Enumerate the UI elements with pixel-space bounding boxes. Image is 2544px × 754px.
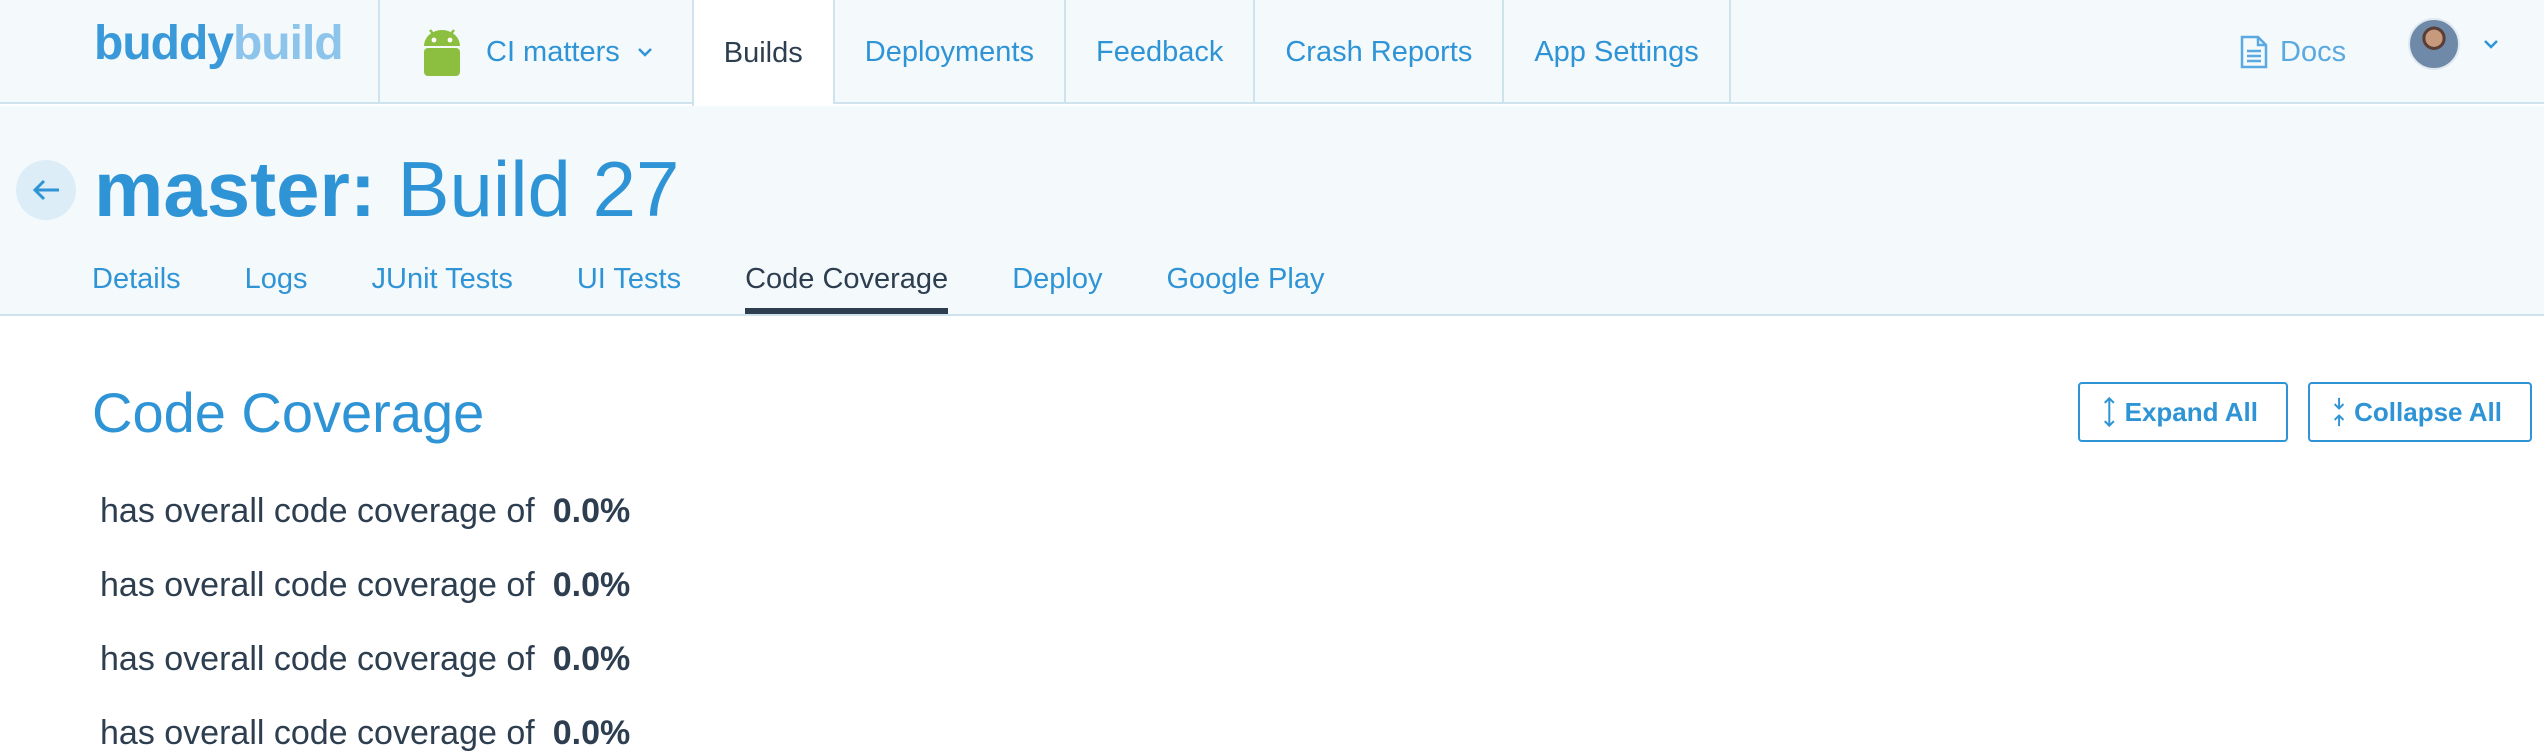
android-icon (424, 29, 460, 76)
tab-junit-tests[interactable]: JUnit Tests (372, 256, 513, 314)
branch-name: master: (94, 145, 376, 233)
collapse-all-button[interactable]: Collapse All (2308, 382, 2532, 442)
coverage-list: has overall code coverage of 0.0% has ov… (100, 474, 630, 754)
tab-details[interactable]: Details (92, 256, 181, 314)
app-switcher[interactable]: CI matters (378, 0, 692, 104)
arrow-left-icon (32, 179, 59, 201)
build-header: master: Build 27 Details Logs JUnit Test… (0, 106, 2544, 316)
user-menu[interactable] (2408, 18, 2502, 70)
coverage-label: has overall code coverage of (100, 713, 535, 752)
docs-link[interactable]: Docs (2240, 22, 2346, 82)
tab-ui-tests[interactable]: UI Tests (577, 256, 681, 314)
section-title: Code Coverage (92, 381, 485, 444)
coverage-row[interactable]: has overall code coverage of 0.0% (100, 696, 630, 754)
back-button[interactable] (16, 160, 76, 220)
tab-code-coverage[interactable]: Code Coverage (745, 256, 949, 314)
nav-builds[interactable]: Builds (691, 0, 833, 106)
chevron-down-icon (637, 48, 652, 57)
build-tabs: Details Logs JUnit Tests UI Tests Code C… (92, 256, 1388, 314)
collapse-all-label: Collapse All (2354, 396, 2502, 427)
chevron-down-icon (2484, 40, 2498, 49)
coverage-row[interactable]: has overall code coverage of 0.0% (100, 622, 630, 696)
nav-crash-reports[interactable]: Crash Reports (1253, 0, 1502, 104)
tab-google-play[interactable]: Google Play (1166, 256, 1324, 314)
expand-icon (2104, 396, 2115, 428)
coverage-value: 0.0% (552, 491, 631, 530)
page-title: master: Build 27 (94, 144, 679, 234)
document-icon (2240, 35, 2268, 69)
collapse-icon (2333, 397, 2345, 427)
coverage-row[interactable]: has overall code coverage of 0.0% (100, 548, 630, 622)
app-name: CI matters (486, 35, 620, 68)
buddybuild-logo[interactable]: buddybuild (94, 16, 344, 72)
coverage-label: has overall code coverage of (100, 491, 535, 530)
expand-all-label: Expand All (2124, 396, 2258, 427)
nav-feedback[interactable]: Feedback (1064, 0, 1253, 104)
docs-label: Docs (2280, 35, 2347, 68)
coverage-label: has overall code coverage of (100, 639, 535, 678)
build-number: Build 27 (397, 145, 680, 233)
coverage-row[interactable]: has overall code coverage of 0.0% (100, 474, 630, 548)
expand-all-button[interactable]: Expand All (2078, 382, 2288, 442)
tab-deploy[interactable]: Deploy (1012, 256, 1102, 314)
avatar (2408, 18, 2460, 70)
main-nav: CI matters Builds Deployments Feedback C… (378, 0, 1731, 106)
logo-text-buddy: buddy (94, 17, 234, 70)
coverage-value: 0.0% (552, 713, 631, 752)
coverage-value: 0.0% (552, 565, 631, 604)
top-navigation-bar: buddybuild CI matters Builds Deployments… (0, 0, 2544, 106)
nav-deployments[interactable]: Deployments (832, 0, 1064, 104)
nav-app-settings[interactable]: App Settings (1502, 0, 1731, 104)
coverage-label: has overall code coverage of (100, 565, 535, 604)
coverage-value: 0.0% (552, 639, 631, 678)
tab-logs[interactable]: Logs (245, 256, 308, 314)
logo-text-build: build (232, 17, 344, 70)
